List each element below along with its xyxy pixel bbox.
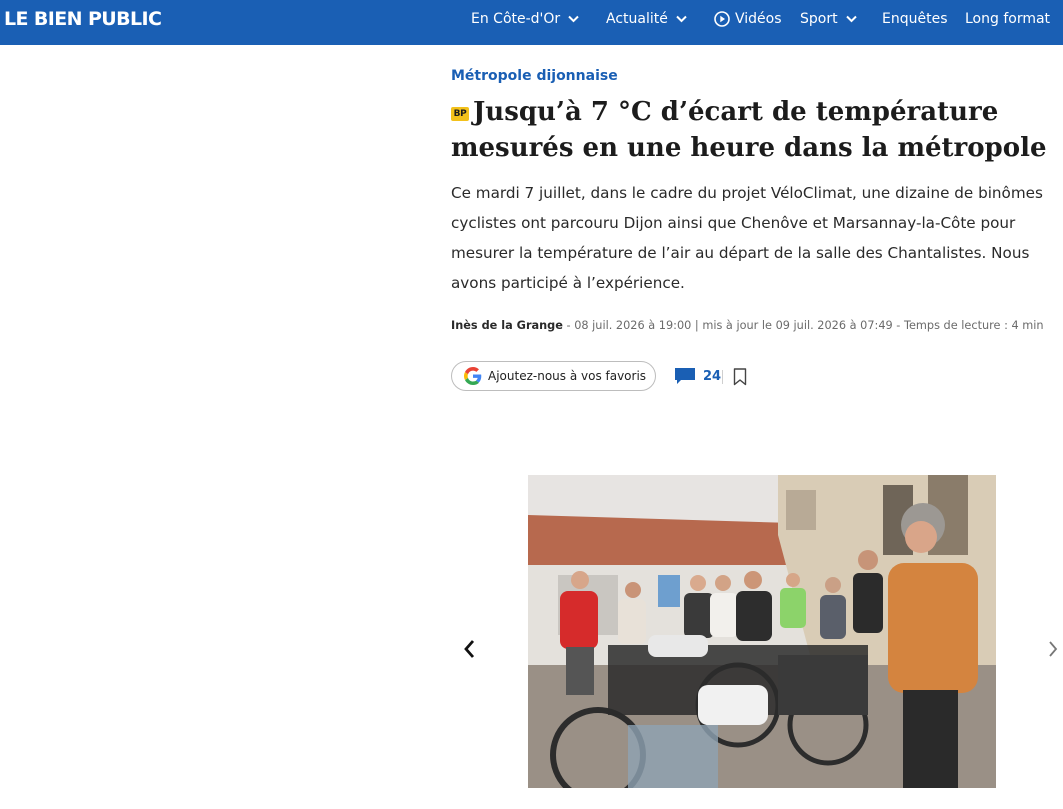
- google-icon: [464, 367, 482, 385]
- nav-item-actualite[interactable]: Actualité: [606, 11, 687, 27]
- author-name[interactable]: Inès de la Grange: [451, 319, 563, 332]
- article-meta: Inès de la Grange - 08 juil. 2026 à 19:0…: [451, 319, 1044, 332]
- nav-item-sport[interactable]: Sport: [800, 11, 857, 27]
- favorites-button-label: Ajoutez-nous à vos favoris: [488, 369, 647, 383]
- play-circle-icon: [714, 11, 730, 27]
- nav-item-label: Enquêtes: [882, 11, 948, 27]
- cyclists-photo-illustration: [528, 475, 996, 788]
- publish-info: - 08 juil. 2026 à 19:00 | mis à jour le …: [562, 319, 1044, 332]
- article-title: BP Jusqu’à 7 °C d’écart de température me…: [451, 94, 1061, 166]
- nav-item-label: Actualité: [606, 11, 668, 27]
- comment-count: 24: [703, 369, 722, 384]
- nav-item-label: Long format: [965, 11, 1051, 27]
- nav-item-label: Vidéos: [735, 11, 782, 27]
- section-link[interactable]: Métropole dijonnaise: [451, 68, 618, 84]
- add-to-favorites-button[interactable]: Ajoutez-nous à vos favoris: [451, 361, 656, 391]
- article-title-text: Jusqu’à 7 °C d’écart de température mesu…: [451, 97, 1047, 163]
- comment-icon: [675, 368, 695, 384]
- chevron-left-icon[interactable]: [461, 638, 479, 660]
- nav-item-videos[interactable]: Vidéos: [714, 11, 782, 27]
- bookmark-icon[interactable]: [733, 368, 747, 386]
- chevron-down-icon: [845, 15, 857, 23]
- nav-item-label: En Côte-d'Or: [471, 11, 561, 27]
- nav-item-long-format[interactable]: Long format: [965, 11, 1050, 27]
- premium-badge: BP: [451, 107, 469, 121]
- nav-item-label: Sport: [800, 11, 838, 27]
- chevron-right-icon[interactable]: [1044, 638, 1062, 660]
- divider: [722, 370, 723, 384]
- article-lead: Ce mardi 7 juillet, dans le cadre du pro…: [451, 184, 1043, 292]
- chevron-down-icon: [568, 15, 579, 23]
- article-photo[interactable]: [528, 475, 996, 788]
- chevron-down-icon: [676, 15, 687, 23]
- nav-item-enquetes[interactable]: Enquêtes: [882, 11, 948, 27]
- site-header: LE BIEN PUBLIC En Côte-d'Or Actualité Vi…: [0, 0, 1063, 45]
- main-nav: En Côte-d'Or Actualité Vidéos Sport Enqu…: [0, 0, 1063, 45]
- comments-link[interactable]: 24: [675, 368, 721, 385]
- nav-item-en-cote-dor[interactable]: En Côte-d'Or: [471, 11, 579, 27]
